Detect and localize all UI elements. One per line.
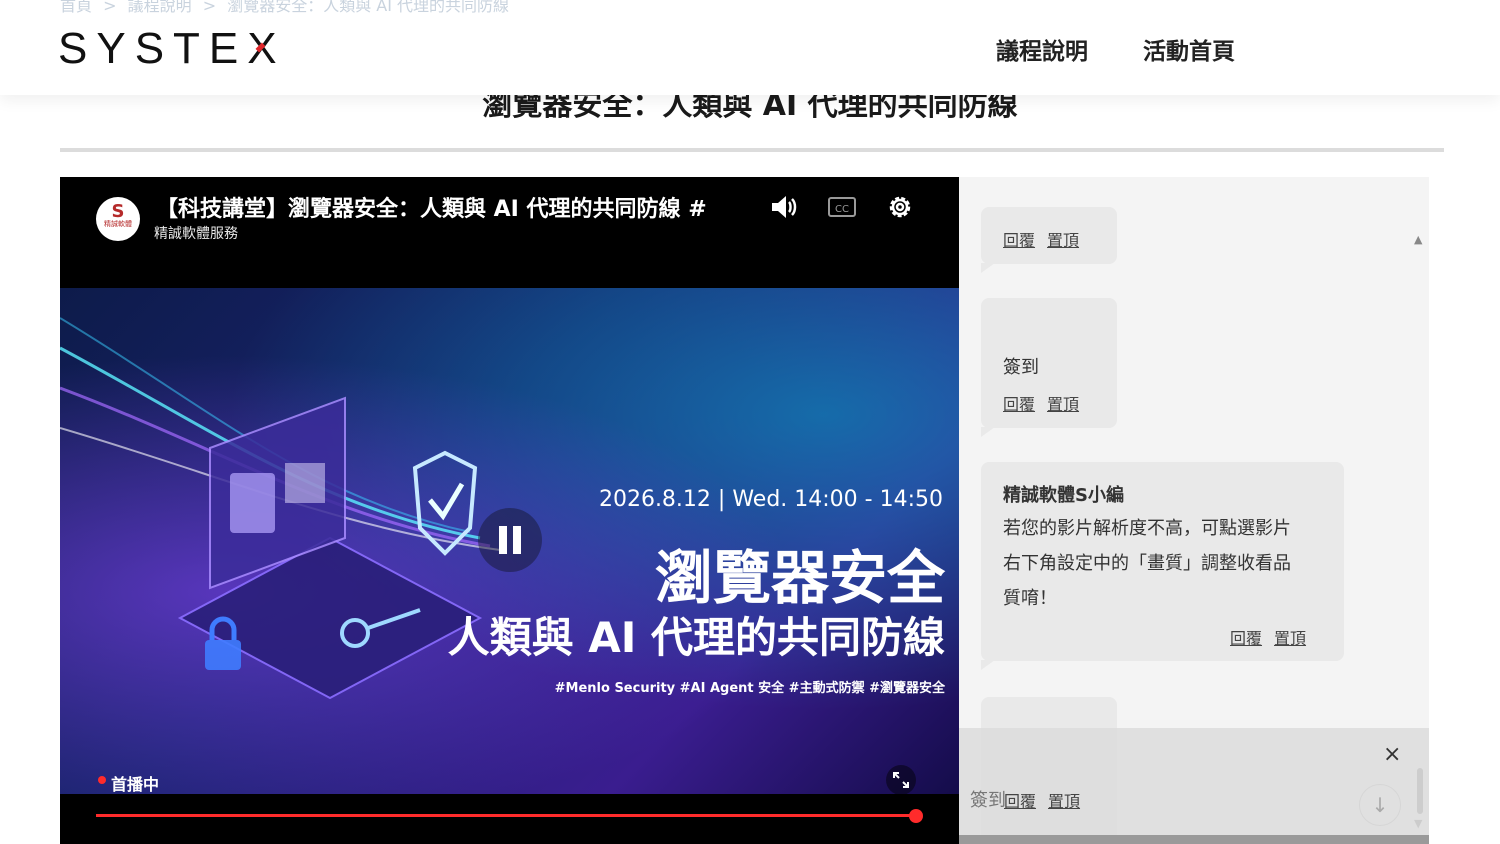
close-icon[interactable]: × (1383, 742, 1401, 767)
volume-icon[interactable] (768, 191, 800, 223)
chat-message-text: 簽到 (1003, 357, 1039, 378)
chat-actions: 回覆 置頂 (1230, 625, 1318, 649)
overlay-message-text: 簽到 (970, 790, 1006, 811)
systex-logo[interactable]: SYSTEX (58, 24, 286, 74)
chat-message-body: 若您的影片解析度不高，可點選影片 右下角設定中的「畫質」調整收看品 質唷！ (1003, 511, 1333, 616)
video-subheadline: 人類與 AI 代理的共同防線 (447, 613, 945, 662)
reply-link[interactable]: 回覆 (1003, 395, 1035, 414)
pin-link[interactable]: 置頂 (1047, 231, 1079, 250)
chat-message-line: 若您的影片解析度不高，可點選影片 (1003, 518, 1291, 539)
progress-fill (96, 814, 916, 817)
pause-icon[interactable] (478, 508, 542, 572)
reply-link[interactable]: 回覆 (1004, 792, 1036, 811)
closed-caption-icon[interactable]: CC (826, 191, 858, 223)
breadcrumb-separator: > (202, 0, 217, 15)
premiere-badge: 首播中 (98, 771, 159, 795)
scroll-to-latest-button[interactable]: ↓ (1359, 784, 1401, 826)
video-player[interactable]: S 精誠軟體 【科技講堂】瀏覽器安全：人類與 AI 代理的共同防線 # 精誠軟體服… (60, 177, 959, 844)
chat-message-line: 右下角設定中的「畫質」調整收看品 (1003, 553, 1291, 574)
channel-name[interactable]: 精誠軟體服務 (154, 223, 238, 243)
channel-avatar[interactable]: S 精誠軟體 (96, 197, 140, 241)
settings-icon[interactable] (884, 191, 916, 223)
chat-author: 精誠軟體S小編 (1003, 485, 1124, 506)
svg-text:CC: CC (835, 204, 849, 215)
pin-link[interactable]: 置頂 (1047, 395, 1079, 414)
breadcrumb: 首頁 > 議程說明 > 瀏覽器安全：人類與 AI 代理的共同防線 (60, 0, 515, 16)
breadcrumb-agenda[interactable]: 議程說明 (128, 0, 192, 15)
chat-actions: 回覆 置頂 (1004, 788, 1092, 812)
chat-bottom-bar (959, 835, 1429, 844)
pin-link[interactable]: 置頂 (1274, 629, 1306, 648)
chat-actions: 回覆 置頂 (1003, 227, 1091, 251)
fullscreen-icon[interactable] (886, 765, 916, 795)
premiere-label: 首播中 (111, 775, 160, 794)
nav-agenda[interactable]: 議程說明 (996, 32, 1088, 66)
chat-actions: 回覆 置頂 (1003, 391, 1091, 415)
reply-link[interactable]: 回覆 (1003, 231, 1035, 250)
chat-message-line: 質唷！ (1003, 588, 1057, 609)
video-hashtags: #Menlo Security #AI Agent 安全 #主動式防禦 #瀏覽器… (554, 681, 945, 696)
breadcrumb-current: 瀏覽器安全：人類與 AI 代理的共同防線 (227, 0, 510, 15)
live-dot-icon (98, 776, 106, 784)
pin-link[interactable]: 置頂 (1048, 792, 1080, 811)
scroll-up-arrow[interactable]: ▲ (1414, 233, 1422, 246)
live-chat-panel: 回覆 置頂 簽到 回覆 置頂 精誠軟體S小編 若您的影片解析度不高，可點選影片 右下… (959, 177, 1429, 844)
breadcrumb-separator: > (103, 0, 117, 15)
title-divider (60, 148, 1444, 152)
chat-input-overlay: × 簽到 回覆 置頂 ↓ (959, 728, 1429, 838)
breadcrumb-home[interactable]: 首頁 (60, 0, 92, 15)
video-headline: 瀏覽器安全 (654, 544, 945, 612)
event-date: 2026.8.12 | Wed. 14:00 - 14:50 (598, 487, 943, 512)
avatar-label: 精誠軟體 (104, 220, 132, 228)
reply-link[interactable]: 回覆 (1230, 629, 1262, 648)
nav-event-home[interactable]: 活動首頁 (1143, 32, 1235, 66)
progress-handle[interactable] (909, 809, 923, 823)
progress-bar[interactable] (96, 814, 916, 817)
video-title[interactable]: 【科技講堂】瀏覽器安全：人類與 AI 代理的共同防線 # (156, 191, 741, 223)
